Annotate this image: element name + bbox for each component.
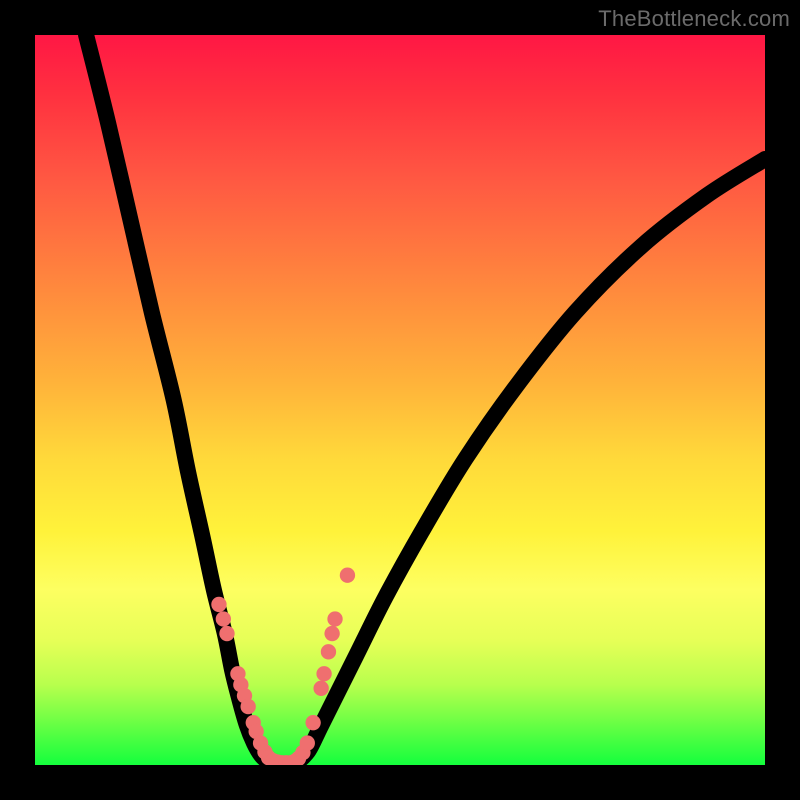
data-point — [313, 681, 328, 696]
chart-root: TheBottleneck.com — [0, 0, 800, 800]
chart-svg — [35, 35, 765, 765]
data-point — [300, 735, 315, 750]
data-point — [327, 611, 342, 626]
data-point — [340, 568, 355, 583]
data-point — [316, 666, 331, 681]
data-point — [211, 597, 226, 612]
data-point — [321, 644, 336, 659]
watermark-text: TheBottleneck.com — [598, 6, 790, 32]
right-curve — [298, 159, 765, 762]
data-point — [219, 626, 234, 641]
data-point — [240, 699, 255, 714]
left-curve — [86, 35, 269, 762]
plot-area — [35, 35, 765, 765]
data-point — [216, 611, 231, 626]
data-point — [305, 715, 320, 730]
data-point — [324, 626, 339, 641]
